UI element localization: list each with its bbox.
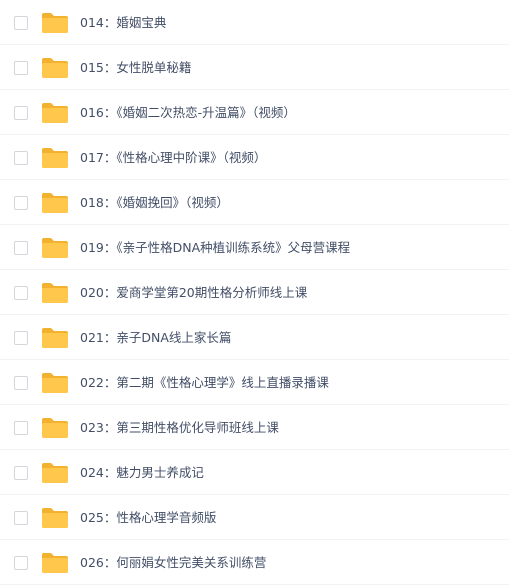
folder-icon bbox=[42, 418, 68, 438]
row-checkbox[interactable] bbox=[14, 16, 28, 30]
row-checkbox[interactable] bbox=[14, 556, 28, 570]
file-row[interactable]: 023：第三期性格优化导师班线上课 bbox=[0, 405, 509, 450]
file-row[interactable]: 022：第二期《性格心理学》线上直播录播课 bbox=[0, 360, 509, 405]
file-name[interactable]: 020：爱商学堂第20期性格分析师线上课 bbox=[80, 284, 307, 302]
folder-icon bbox=[42, 193, 68, 213]
file-name[interactable]: 017：《性格心理中阶课》（视频） bbox=[80, 149, 266, 167]
file-row[interactable]: 024：魅力男士养成记 bbox=[0, 450, 509, 495]
folder-icon bbox=[42, 553, 68, 573]
row-checkbox[interactable] bbox=[14, 331, 28, 345]
folder-icon bbox=[42, 13, 68, 33]
file-name[interactable]: 019：《亲子性格DNA种植训练系统》父母营课程 bbox=[80, 239, 350, 257]
file-row[interactable]: 017：《性格心理中阶课》（视频） bbox=[0, 135, 509, 180]
row-checkbox[interactable] bbox=[14, 376, 28, 390]
row-checkbox[interactable] bbox=[14, 511, 28, 525]
row-checkbox[interactable] bbox=[14, 421, 28, 435]
folder-icon bbox=[42, 148, 68, 168]
row-checkbox[interactable] bbox=[14, 466, 28, 480]
file-row[interactable]: 015：女性脱单秘籍 bbox=[0, 45, 509, 90]
row-checkbox[interactable] bbox=[14, 61, 28, 75]
file-list: 014：婚姻宝典 015：女性脱单秘籍 016：《婚姻二次热恋-升温篇》（视频）… bbox=[0, 0, 509, 585]
file-name[interactable]: 022：第二期《性格心理学》线上直播录播课 bbox=[80, 374, 329, 392]
row-checkbox[interactable] bbox=[14, 286, 28, 300]
row-checkbox[interactable] bbox=[14, 196, 28, 210]
folder-icon bbox=[42, 508, 68, 528]
folder-icon bbox=[42, 238, 68, 258]
file-row[interactable]: 018：《婚姻挽回》（视频） bbox=[0, 180, 509, 225]
file-row[interactable]: 019：《亲子性格DNA种植训练系统》父母营课程 bbox=[0, 225, 509, 270]
file-name[interactable]: 014：婚姻宝典 bbox=[80, 14, 166, 32]
file-name[interactable]: 023：第三期性格优化导师班线上课 bbox=[80, 419, 279, 437]
file-row[interactable]: 025：性格心理学音频版 bbox=[0, 495, 509, 540]
folder-icon bbox=[42, 373, 68, 393]
file-name[interactable]: 016：《婚姻二次热恋-升温篇》（视频） bbox=[80, 104, 296, 122]
file-name[interactable]: 015：女性脱单秘籍 bbox=[80, 59, 191, 77]
file-row[interactable]: 020：爱商学堂第20期性格分析师线上课 bbox=[0, 270, 509, 315]
folder-icon bbox=[42, 328, 68, 348]
folder-icon bbox=[42, 58, 68, 78]
file-row[interactable]: 026：何丽娟女性完美关系训练营 bbox=[0, 540, 509, 585]
folder-icon bbox=[42, 283, 68, 303]
file-name[interactable]: 025：性格心理学音频版 bbox=[80, 509, 216, 527]
file-row[interactable]: 014：婚姻宝典 bbox=[0, 0, 509, 45]
file-name[interactable]: 026：何丽娟女性完美关系训练营 bbox=[80, 554, 266, 572]
file-name[interactable]: 018：《婚姻挽回》（视频） bbox=[80, 194, 229, 212]
file-name[interactable]: 024：魅力男士养成记 bbox=[80, 464, 204, 482]
row-checkbox[interactable] bbox=[14, 241, 28, 255]
row-checkbox[interactable] bbox=[14, 151, 28, 165]
file-row[interactable]: 016：《婚姻二次热恋-升温篇》（视频） bbox=[0, 90, 509, 135]
file-name[interactable]: 021：亲子DNA线上家长篇 bbox=[80, 329, 231, 347]
file-row[interactable]: 021：亲子DNA线上家长篇 bbox=[0, 315, 509, 360]
folder-icon bbox=[42, 103, 68, 123]
folder-icon bbox=[42, 463, 68, 483]
row-checkbox[interactable] bbox=[14, 106, 28, 120]
